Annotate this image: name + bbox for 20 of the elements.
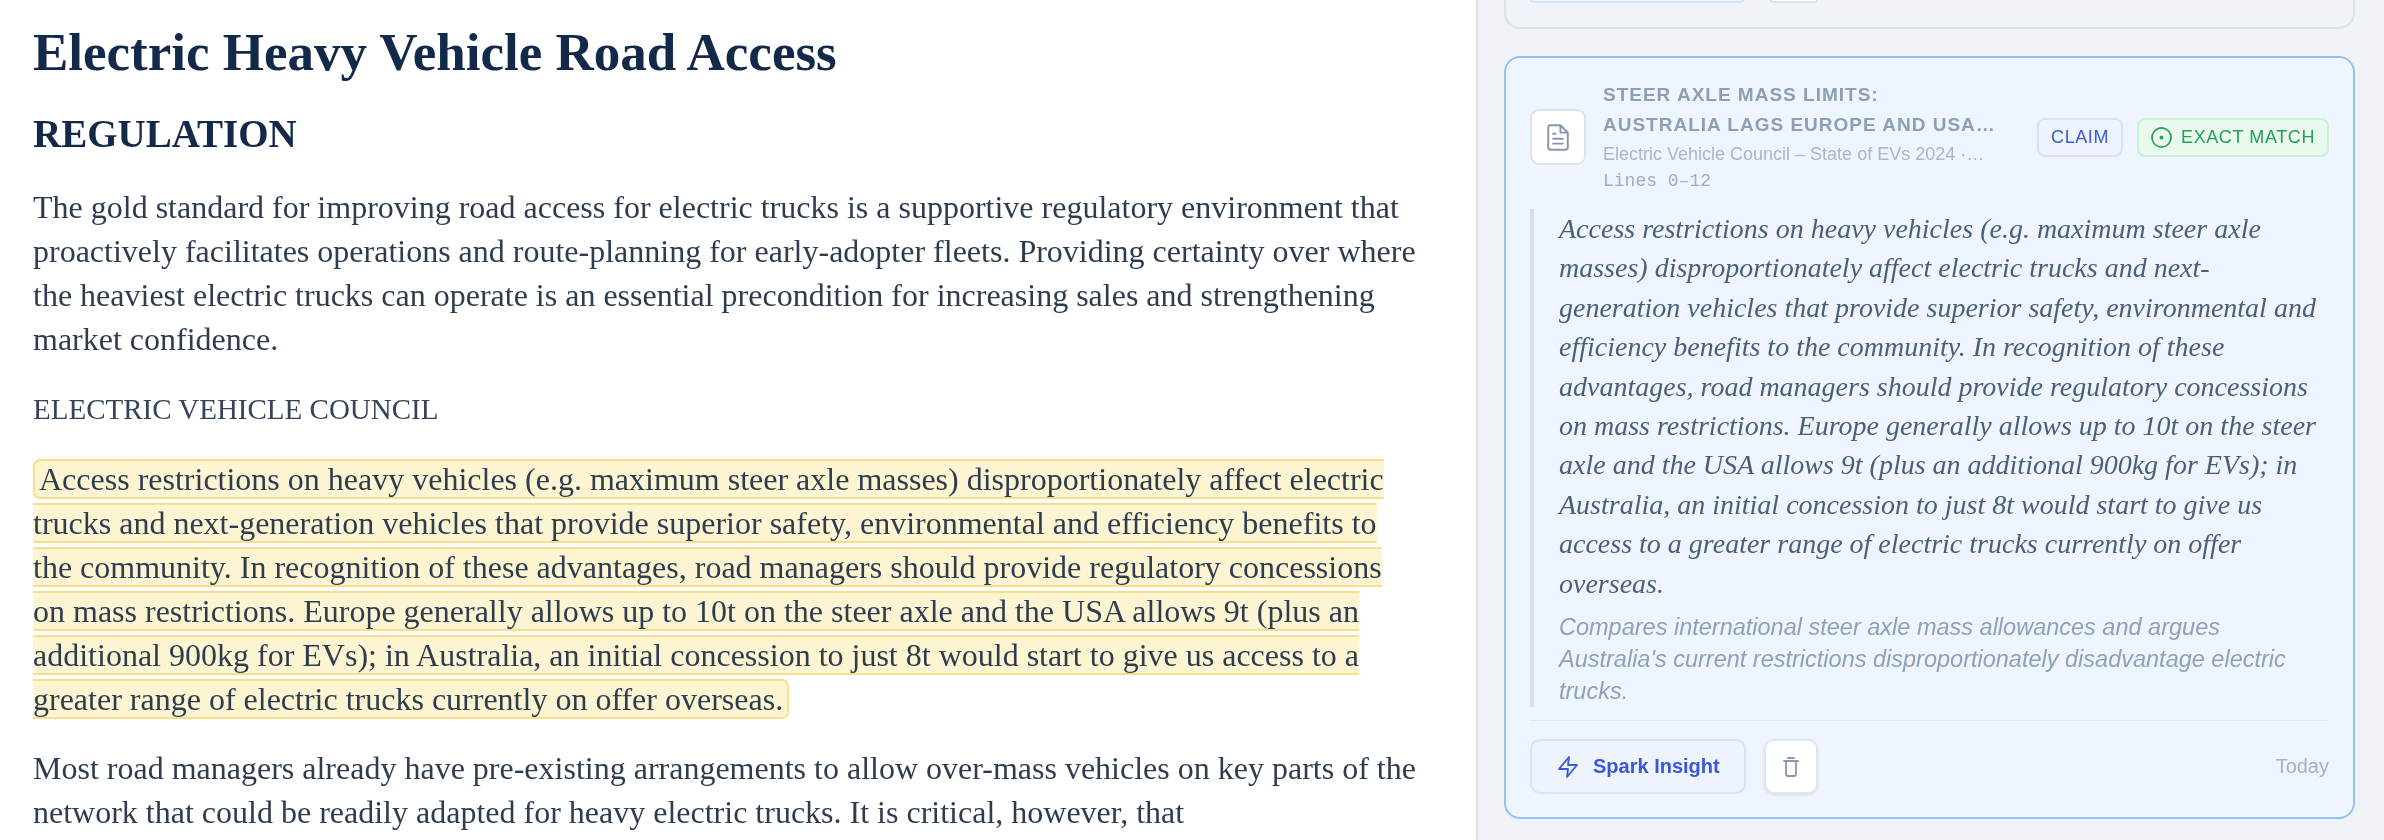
section-heading: REGULATION — [33, 111, 298, 157]
quote-text: Access restrictions on heavy vehicles (e.g. maximum steer axle masses) disproportionately affect electric trucks and next-generation vehicles that provide superior safety, environmental and efficiency benefits to the community. In recognition of these advantages, road managers should provide regulatory concessions on mass restrictions. Europe generally allows up to 10t on the steer axle and the USA allows 9t (plus an additional 900kg for EVs); in Australia, an initial concession to just 8t would start to give us access to a greater range of electric trucks currently on offer overseas. — [1559, 212, 2317, 601]
source-label: ELECTRIC VEHICLE COUNCIL — [33, 392, 440, 427]
highlighted-passage: Access restrictions on heavy vehicles (e.g. maximum steer axle masses) disproportionately affect electric trucks and next-generation vehicles that provide superior safety, environmental and efficiency benefits to the community. In recognition of these advantages, road managers should provide regulatory concessions on mass restrictions. Europe generally allows up to 10t on the steer axle and the USA allows 9t (plus an additional 900kg for EVs); in Australia, an initial concession to just 8t would start to give us access to a greater range of electric trucks currently on offer overseas. — [33, 458, 1385, 721]
date-label: Today — [2275, 755, 2329, 779]
paragraph-text: The gold standard for improving road access for electric trucks is a supportive regulatory environment that proactively facilitates operations and route-planning for early-adopter fleets. Providing certainty over where the heaviest electric trucks can operate is an essential precondition for increasing sales and strengthening market confidence. — [33, 188, 1416, 359]
source-text: Electric Vehicle Council – State of EVs 2024 ·… — [1603, 143, 1986, 166]
summary-note: Compares international steer axle mass allowances and argues Australia's current restrictions disproportionately disadvantage electric trucks. — [1559, 613, 2287, 707]
paragraph-text: Most road managers already have pre-existing arrangements to allow over-mass vehicles on key parts of the network that could be readily adapted for heavy electric trucks. It is critical, however, that — [33, 749, 1416, 832]
card-title: STEER AXLE MASS LIMITS: AUSTRALIA LAGS EUROPE AND USA… — [1603, 83, 1997, 137]
target-icon — [2151, 126, 2173, 148]
spark-insight-button[interactable]: Spark Insight — [1530, 739, 1746, 795]
trash-icon — [1782, 755, 1799, 778]
lightning-icon — [1558, 753, 1578, 780]
line-range-text: Lines 0–12 — [1603, 170, 1713, 193]
document-title: Electric Heavy Vehicle Road Access — [33, 22, 838, 82]
category-badge: CLAIM — [2037, 117, 2124, 157]
delete-button[interactable] — [1763, 739, 1818, 795]
match-label: EXACT MATCH — [2181, 126, 2315, 148]
document-icon — [1530, 109, 1586, 165]
